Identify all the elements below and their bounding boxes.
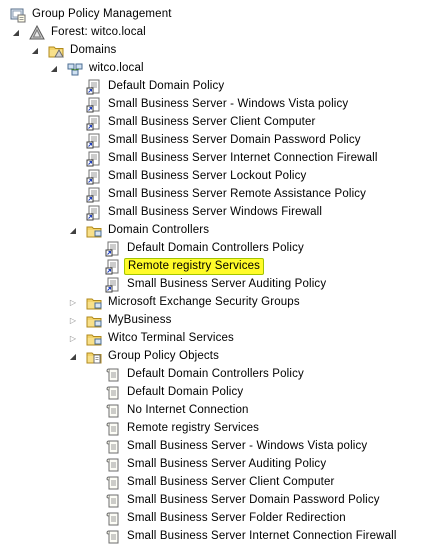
- tree-node[interactable]: ◢ Domains: [0, 42, 434, 60]
- collapse-arrow-icon[interactable]: ◢: [12, 29, 20, 37]
- tree-node[interactable]: Group Policy Management: [0, 6, 434, 24]
- tree-node-label[interactable]: Small Business Server Client Computer: [125, 475, 337, 490]
- gpo-link-icon: [86, 79, 102, 95]
- gpo-icon: [105, 511, 121, 527]
- tree-node-label[interactable]: Witco Terminal Services: [106, 331, 236, 346]
- tree-node-label[interactable]: Domains: [68, 43, 118, 58]
- tree-node-label[interactable]: Remote registry Services: [125, 421, 261, 436]
- tree-node-label[interactable]: Default Domain Policy: [125, 385, 245, 400]
- tree-node[interactable]: Default Domain Policy: [0, 78, 434, 96]
- gpo-link-icon: [105, 277, 121, 293]
- tree-node-label[interactable]: Small Business Server - Windows Vista po…: [125, 439, 369, 454]
- tree-node-label[interactable]: Small Business Server Domain Password Po…: [125, 493, 382, 508]
- tree-node[interactable]: Small Business Server - Windows Vista po…: [0, 438, 434, 456]
- tree-node[interactable]: Small Business Server Domain Password Po…: [0, 132, 434, 150]
- gpo-icon: [105, 367, 121, 383]
- tree-node[interactable]: Remote registry Services: [0, 258, 434, 276]
- gpo-link-icon: [86, 187, 102, 203]
- gpo-icon: [105, 457, 121, 473]
- tree-node-label[interactable]: No Internet Connection: [125, 403, 251, 418]
- tree-node-label[interactable]: Microsoft Exchange Security Groups: [106, 295, 302, 310]
- tree-node-label[interactable]: Small Business Server - Windows Vista po…: [106, 97, 350, 112]
- tree-node[interactable]: ▷ Microsoft Exchange Security Groups: [0, 294, 434, 312]
- tree-node[interactable]: ▷ Witco Terminal Services: [0, 330, 434, 348]
- ou-folder-icon: [86, 295, 102, 311]
- tree-node[interactable]: Remote registry Services: [0, 420, 434, 438]
- gpo-icon: [105, 403, 121, 419]
- tree-node-label[interactable]: Small Business Server Auditing Policy: [125, 277, 328, 292]
- collapse-arrow-icon[interactable]: ◢: [69, 353, 77, 361]
- ou-folder-icon: [86, 331, 102, 347]
- collapse-arrow-icon[interactable]: ◢: [31, 47, 39, 55]
- domains-folder-icon: [48, 43, 64, 59]
- expand-arrow-icon[interactable]: ▷: [69, 317, 77, 325]
- tree-node[interactable]: ◢ Domain Controllers: [0, 222, 434, 240]
- gpmc-tree-view[interactable]: Group Policy Management ◢ Forest: witco.lo…: [0, 0, 434, 545]
- gpo-link-icon: [105, 241, 121, 257]
- tree-node-label[interactable]: Group Policy Management: [30, 7, 174, 22]
- tree-node-label[interactable]: Small Business Server Internet Connectio…: [125, 529, 399, 544]
- tree-node-label[interactable]: Default Domain Policy: [106, 79, 226, 94]
- gpo-icon: [105, 421, 121, 437]
- tree-node[interactable]: Small Business Server - Windows Vista po…: [0, 96, 434, 114]
- expand-arrow-icon[interactable]: ▷: [69, 335, 77, 343]
- expand-arrow-icon[interactable]: ▷: [69, 299, 77, 307]
- gpo-link-icon: [86, 151, 102, 167]
- tree-node[interactable]: ◢ Group Policy Objects: [0, 348, 434, 366]
- gpo-icon: [105, 529, 121, 545]
- tree-node[interactable]: ▷ MyBusiness: [0, 312, 434, 330]
- gpo-link-icon: [86, 133, 102, 149]
- tree-node[interactable]: ◢ Forest: witco.local: [0, 24, 434, 42]
- tree-node[interactable]: Small Business Server Internet Connectio…: [0, 150, 434, 168]
- tree-node-label[interactable]: Domain Controllers: [106, 223, 211, 238]
- tree-node-label-selected[interactable]: Remote registry Services: [124, 258, 265, 275]
- gpo-link-icon: [86, 97, 102, 113]
- tree-node-label[interactable]: Small Business Server Windows Firewall: [106, 205, 324, 220]
- tree-node[interactable]: Default Domain Controllers Policy: [0, 240, 434, 258]
- tree-node-label[interactable]: Small Business Server Remote Assistance …: [106, 187, 368, 202]
- tree-node[interactable]: ◢ witco.local: [0, 60, 434, 78]
- tree-node-label[interactable]: Forest: witco.local: [49, 25, 148, 40]
- collapse-arrow-icon[interactable]: ◢: [69, 227, 77, 235]
- gpo-link-icon: [86, 169, 102, 185]
- ou-folder-icon: [86, 313, 102, 329]
- tree-node-label[interactable]: Small Business Server Internet Connectio…: [106, 151, 380, 166]
- tree-node-label[interactable]: Small Business Server Domain Password Po…: [106, 133, 363, 148]
- tree-node[interactable]: Small Business Server Auditing Policy: [0, 276, 434, 294]
- tree-node-label[interactable]: Group Policy Objects: [106, 349, 221, 364]
- tree-node-label[interactable]: MyBusiness: [106, 313, 174, 328]
- tree-node[interactable]: Small Business Server Remote Assistance …: [0, 186, 434, 204]
- tree-node-label[interactable]: Small Business Server Auditing Policy: [125, 457, 328, 472]
- tree-node[interactable]: Small Business Server Lockout Policy: [0, 168, 434, 186]
- tree-node-label[interactable]: Small Business Server Folder Redirection: [125, 511, 348, 526]
- gpo-icon: [105, 493, 121, 509]
- gpo-icon: [105, 385, 121, 401]
- gpo-icon: [105, 475, 121, 491]
- ou-folder-icon: [86, 223, 102, 239]
- tree-node[interactable]: Default Domain Policy: [0, 384, 434, 402]
- tree-node-label[interactable]: Small Business Server Lockout Policy: [106, 169, 308, 184]
- tree-node[interactable]: Small Business Server Internet Connectio…: [0, 528, 434, 546]
- tree-node[interactable]: Small Business Server Domain Password Po…: [0, 492, 434, 510]
- forest-icon: [29, 25, 45, 41]
- tree-node-label[interactable]: Default Domain Controllers Policy: [125, 241, 306, 256]
- gpm-console-icon: [10, 7, 26, 23]
- tree-node[interactable]: Small Business Server Windows Firewall: [0, 204, 434, 222]
- tree-node[interactable]: No Internet Connection: [0, 402, 434, 420]
- tree-node[interactable]: Small Business Server Client Computer: [0, 474, 434, 492]
- gpo-container-icon: [86, 349, 102, 365]
- tree-node-label[interactable]: Small Business Server Client Computer: [106, 115, 318, 130]
- gpo-icon: [105, 439, 121, 455]
- tree-node[interactable]: Default Domain Controllers Policy: [0, 366, 434, 384]
- tree-node-label[interactable]: witco.local: [87, 61, 146, 76]
- gpo-link-icon: [86, 205, 102, 221]
- tree-node-label[interactable]: Default Domain Controllers Policy: [125, 367, 306, 382]
- tree-node[interactable]: Small Business Server Client Computer: [0, 114, 434, 132]
- gpo-link-icon: [105, 259, 121, 275]
- collapse-arrow-icon[interactable]: ◢: [50, 65, 58, 73]
- tree-node[interactable]: Small Business Server Folder Redirection: [0, 510, 434, 528]
- domain-icon: [67, 61, 83, 77]
- tree-node[interactable]: Small Business Server Auditing Policy: [0, 456, 434, 474]
- gpo-link-icon: [86, 115, 102, 131]
